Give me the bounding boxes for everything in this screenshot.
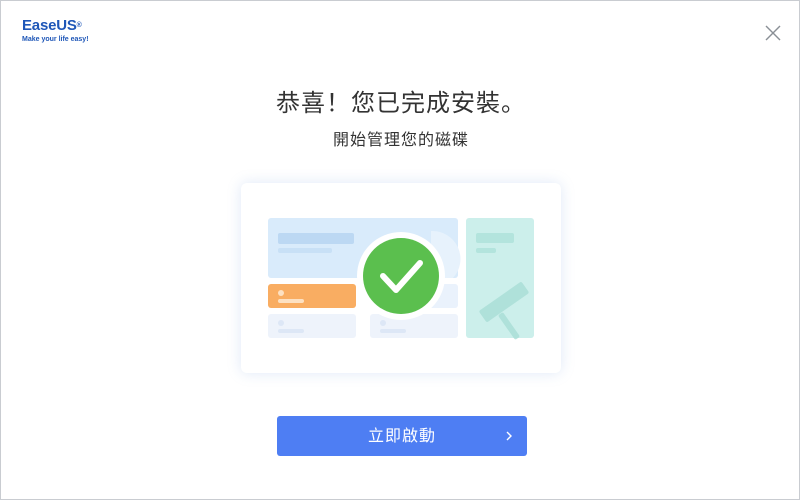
page-title: 恭喜！您已完成安裝。 — [276, 89, 526, 117]
logo-brand-us: US — [56, 17, 77, 34]
logo-brand-ease: Ease — [22, 17, 57, 34]
close-button[interactable] — [761, 21, 785, 45]
launch-now-button[interactable]: 立即啟動 — [277, 416, 527, 456]
chevron-right-icon — [506, 431, 512, 441]
install-complete-illustration — [268, 218, 534, 340]
easeus-logo: EaseUS® Make your life easy! — [22, 18, 89, 44]
illustration-card — [241, 183, 561, 373]
close-icon — [765, 25, 781, 41]
launch-now-label: 立即啟動 — [367, 426, 436, 445]
installer-window: EaseUS® Make your life easy! 恭喜！您已完成安裝。 … — [0, 0, 800, 500]
logo-registered-mark: ® — [76, 22, 82, 29]
logo-tagline: Make your life easy! — [22, 36, 89, 43]
check-circle-icon — [357, 232, 445, 320]
page-subtitle: 開始管理您的磁碟 — [332, 130, 469, 149]
